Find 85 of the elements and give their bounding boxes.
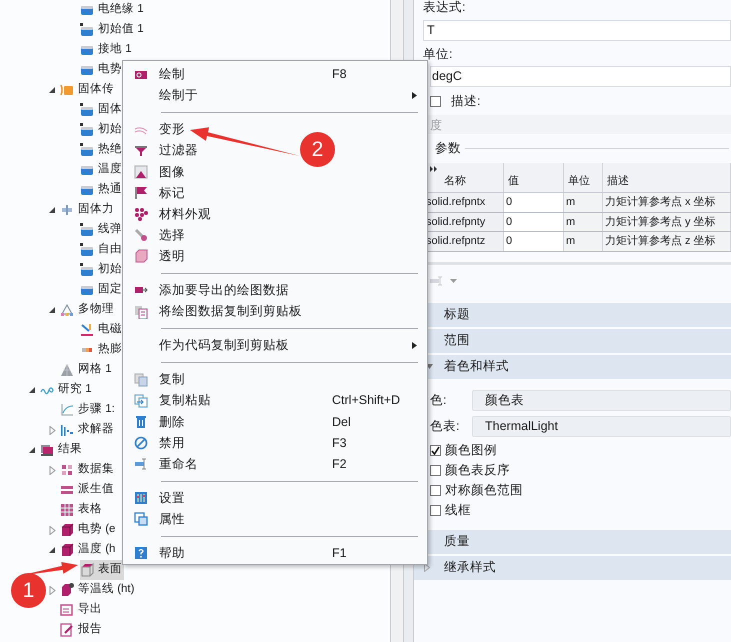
checkbox-label: 颜色表反序 (445, 462, 510, 480)
menu-item[interactable]: 绘制于 (159, 86, 198, 106)
tree-item[interactable]: 固体传 (60, 80, 116, 100)
menu-item[interactable]: 重命名 (159, 454, 198, 474)
column-header[interactable]: 描述 (603, 163, 731, 192)
menu-item[interactable]: 将绘图数据复制到剪贴板 (159, 302, 302, 321)
tree-item[interactable]: 等温线 (ht) (60, 580, 136, 600)
tree-item[interactable]: 电磁 (80, 320, 124, 340)
column-header[interactable]: 值 (504, 163, 564, 192)
table-cell: 0 (504, 193, 564, 212)
tree-item[interactable]: 表面 (80, 560, 124, 580)
field-label: 表达式: (423, 0, 466, 14)
tree-item[interactable]: 固体力 (60, 200, 116, 220)
tree-item[interactable]: 报告 (60, 620, 104, 640)
menu-item[interactable]: 图像 (159, 162, 185, 182)
table-cell: m (564, 212, 603, 231)
menu-item[interactable]: 禁用 (159, 434, 185, 452)
tree-item[interactable]: 数据集 (60, 460, 116, 480)
tree-item[interactable]: 初始 (80, 120, 124, 140)
menu-item[interactable]: 帮助 (159, 544, 185, 563)
tree-item[interactable]: 固体 (80, 100, 124, 120)
tree-item[interactable]: 固定 (80, 280, 124, 300)
group-title: 参数 (435, 140, 461, 157)
tree-item[interactable]: 接地 1 (80, 40, 134, 60)
coloring-dropdown[interactable]: 颜色表 (472, 390, 731, 410)
tree-item[interactable]: 初始 (80, 260, 124, 280)
tree-item[interactable]: 步骤 1: (60, 400, 117, 420)
shortcut-label: F3 (332, 434, 347, 452)
section-header[interactable]: 继承样式 (414, 556, 731, 580)
menu-item[interactable]: 作为代码复制到剪贴板 (159, 336, 289, 355)
expression-field[interactable]: T (423, 20, 731, 41)
shortcut-label: Ctrl+Shift+D (332, 392, 400, 410)
table-cell: m (564, 193, 603, 212)
menu-item[interactable]: 变形 (159, 120, 185, 140)
checkbox-label: 颜色图例 (445, 442, 497, 460)
tree-item[interactable]: 派生值 (60, 480, 116, 500)
tree-item[interactable]: 导出 (60, 600, 104, 620)
checkbox-label: 描述: (451, 92, 480, 110)
menu-item[interactable]: 标记 (159, 184, 185, 202)
checkbox-label: 对称颜色范围 (445, 482, 523, 500)
table-cell: 力矩计算参考点 y 坐标 (603, 212, 731, 231)
shortcut-label: F8 (332, 66, 347, 84)
tree-item[interactable]: 温度 (80, 160, 124, 180)
menu-item[interactable]: 过滤器 (159, 141, 198, 160)
menu-item[interactable]: 材料外观 (159, 204, 211, 224)
checkbox-label: 线框 (445, 502, 471, 520)
shortcut-label: F1 (332, 544, 347, 562)
menu-item[interactable]: 属性 (159, 510, 185, 529)
column-header[interactable]: 单位 (564, 163, 603, 192)
color-table-dropdown[interactable]: ThermalLight (472, 416, 731, 436)
tree-item[interactable]: 网格 1 (60, 360, 114, 380)
shortcut-label: Del (332, 414, 351, 430)
tree-item[interactable]: 热通 (80, 180, 124, 200)
tree-item[interactable]: 温度 (h (60, 540, 118, 560)
unit-field[interactable]: degC (430, 66, 731, 87)
table-cell: 力矩计算参考点 x 坐标 (603, 193, 731, 212)
tree-item[interactable]: 热绝 (80, 140, 124, 160)
tree-item[interactable]: 求解器 (60, 420, 116, 440)
menu-item[interactable]: 复制粘贴 (159, 391, 211, 410)
field-label: 色表: (430, 418, 460, 435)
table-cell: m (564, 232, 603, 250)
menu-item[interactable]: 复制 (159, 370, 185, 389)
tree-item[interactable]: 线弹 (80, 220, 124, 240)
menu-item[interactable]: 选择 (159, 226, 185, 245)
tree-item[interactable]: 电势 (80, 60, 124, 80)
tree-item[interactable]: 研究 1 (40, 380, 94, 400)
tree-item[interactable]: 多物理 (60, 300, 116, 320)
table-cell: 0 (504, 232, 564, 250)
menu-item[interactable]: 设置 (159, 488, 185, 508)
tree-item[interactable]: 结果 (40, 440, 84, 460)
tree-item[interactable]: 热膨 (80, 340, 124, 360)
menu-item[interactable]: 绘制 (159, 65, 185, 84)
tree-item[interactable]: 表格 (60, 500, 104, 520)
menu-item[interactable]: 透明 (159, 247, 185, 266)
menu-item[interactable]: 添加要导出的绘图数据 (159, 281, 289, 300)
field-label: 单位: (423, 46, 452, 63)
tree-item[interactable]: 初始值 1 (80, 20, 146, 40)
table-cell: 0 (504, 212, 564, 231)
shortcut-label: F2 (332, 456, 347, 473)
menu-item[interactable]: 删除 (159, 412, 185, 432)
tree-item[interactable]: 电势 (e (60, 520, 118, 540)
field-label: 色: (430, 392, 448, 409)
tree-item[interactable]: 电绝缘 1 (80, 0, 146, 20)
table-cell: 力矩计算参考点 z 坐标 (603, 232, 731, 250)
tree-item[interactable]: 自由 (80, 240, 124, 260)
